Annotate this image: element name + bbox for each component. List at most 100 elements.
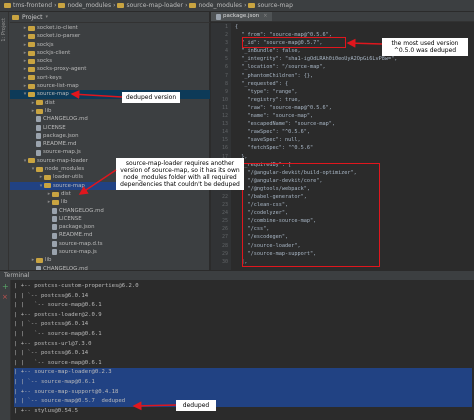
tree-file[interactable]: package.json (10, 132, 210, 140)
tree-item-label: package.json (59, 224, 95, 231)
terminal-output[interactable]: | +-- postcss-custom-properties@6.2.0 | |… (14, 282, 472, 416)
tree-item-label: source-map.js (43, 149, 81, 156)
tree-file[interactable]: source-map.js (10, 148, 210, 156)
terminal-header[interactable]: Terminal (0, 270, 474, 280)
tree-folder[interactable]: ▸ source-list-map (10, 82, 210, 90)
tree-item-label: source-map (37, 91, 69, 98)
line-number: 24 (221, 210, 228, 217)
new-session-icon[interactable]: + (2, 283, 9, 291)
tree-item-label: node_modules (45, 166, 85, 173)
code-line: "escapedName": "source-map", (235, 121, 335, 128)
tree-file[interactable]: package.json (10, 223, 210, 231)
tree-folder[interactable]: ▸ dist (10, 99, 210, 107)
line-number: 28 (221, 242, 228, 249)
tree-folder[interactable]: ▾ source-map (10, 90, 210, 99)
close-session-icon[interactable]: × (2, 293, 8, 301)
line-number: 16 (221, 145, 228, 152)
tree-item-label: LICENSE (59, 215, 82, 222)
tree-folder[interactable]: ▸ socket.io-parser (10, 32, 210, 40)
tree-item-label: README.md (59, 232, 93, 239)
tree-file[interactable]: CHANGELOG.md (10, 207, 210, 215)
folder-icon (4, 3, 11, 8)
terminal-line: | +-- postcss-loader@2.0.9 (14, 311, 102, 318)
tree-item-label: loader-utils (53, 174, 83, 181)
tree-folder[interactable]: ▸ lib (10, 256, 210, 264)
project-header[interactable]: Project ▾ (10, 12, 210, 23)
tree-item-label: sort-keys (37, 74, 62, 81)
tree-item-label: socket.io-parser (37, 33, 81, 40)
tree-folder[interactable]: ▸ socket.io-client (10, 24, 210, 32)
file-icon (36, 116, 41, 123)
tree-file[interactable]: source-map.d.ts (10, 240, 210, 248)
project-header-label: Project (22, 13, 43, 21)
callout-explain: source-map-loader requires another versi… (116, 158, 244, 190)
terminal-line: | +-- source-map-support@0.4.18 (14, 387, 472, 398)
line-number: 25 (221, 218, 228, 225)
project-panel: 1: Project Project ▾ ▸ socket.io-client ▸ s… (0, 12, 210, 314)
tree-file[interactable]: README.md (10, 231, 210, 239)
tree-item-label: source-list-map (37, 83, 79, 90)
breadcrumb-item[interactable]: source-map (248, 2, 293, 9)
line-number: 1 (224, 24, 228, 30)
terminal-line: | | `-- source-map@0.6.1 (14, 302, 102, 309)
chevron-down-icon[interactable]: ▾ (46, 14, 49, 20)
folder-icon (28, 33, 35, 39)
folder-icon (28, 75, 35, 81)
tree-file[interactable]: LICENSE (10, 215, 210, 223)
tree-item-label: LICENSE (43, 124, 66, 131)
folder-icon (52, 199, 59, 205)
callout-deduped-terminal: deduped (176, 400, 216, 411)
tree-item-label: dist (61, 190, 71, 197)
file-icon (52, 240, 57, 247)
tree-folder[interactable]: ▸ dist (10, 190, 210, 198)
line-number: 4 (224, 48, 228, 55)
line-number: 9 (224, 88, 228, 95)
line-number: 10 (221, 96, 228, 103)
tree-file[interactable]: LICENSE (10, 124, 210, 132)
folder-icon (58, 3, 66, 8)
breadcrumb-item[interactable]: tms-frontend (4, 2, 52, 9)
line-number: 11 (221, 104, 228, 111)
folder-icon (36, 166, 43, 172)
breadcrumb-item[interactable]: node_modules (58, 2, 111, 9)
callout-deduped: deduped version (122, 92, 180, 103)
tree-folder[interactable]: ▸ socks (10, 57, 210, 65)
tree-folder[interactable]: ▸ lib (10, 107, 210, 115)
file-icon (52, 249, 57, 256)
file-icon (52, 224, 57, 231)
folder-icon (36, 100, 43, 106)
tree-folder[interactable]: ▸ sockjs (10, 41, 210, 49)
close-icon[interactable]: × (263, 12, 267, 21)
line-number: 7 (224, 72, 228, 79)
terminal-toolbar: + × (0, 280, 11, 420)
breadcrumb-label: tms-frontend (13, 2, 53, 9)
breadcrumb-item[interactable]: source-map-loader (117, 2, 183, 9)
line-number: 13 (221, 121, 228, 128)
tree-folder[interactable]: ▸ sockjs-client (10, 49, 210, 57)
file-icon (36, 133, 41, 139)
project-side-tab[interactable]: 1: Project (0, 12, 9, 270)
code-line: "raw": "source-map@^0.5.6", (235, 104, 332, 111)
tree-item-label: README.md (43, 141, 77, 148)
tab-label: package.json (223, 13, 260, 19)
breadcrumb: tms-frontend › node_modules › source-map-loa… (0, 0, 474, 12)
breadcrumb-item[interactable]: node_modules (189, 2, 242, 9)
file-icon (52, 232, 57, 239)
tree-file[interactable]: source-map.js (10, 248, 210, 256)
tree-folder[interactable]: ▸ socks-proxy-agent (10, 65, 210, 73)
terminal-panel: + × | +-- postcss-custom-properties@6.2.… (0, 280, 474, 420)
folder-icon (28, 58, 35, 64)
line-number: 3 (224, 40, 228, 47)
tree-folder[interactable]: ▸ lib (10, 198, 210, 206)
breadcrumb-separator: › (113, 2, 116, 9)
callout-most-used: the most used version ^0.5.0 was deduped (382, 38, 468, 56)
folder-icon (248, 3, 256, 8)
tree-item-label: lib (45, 257, 52, 264)
line-number: 27 (221, 234, 228, 241)
file-icon (36, 124, 41, 131)
tree-folder[interactable]: ▸ sort-keys (10, 74, 210, 82)
terminal-line: | | `-- postcss@6.0.14 (14, 321, 89, 328)
tree-file[interactable]: CHANGELOG.md (10, 115, 210, 123)
tree-file[interactable]: README.md (10, 140, 210, 148)
tab-package-json[interactable]: package.json × (211, 12, 273, 21)
